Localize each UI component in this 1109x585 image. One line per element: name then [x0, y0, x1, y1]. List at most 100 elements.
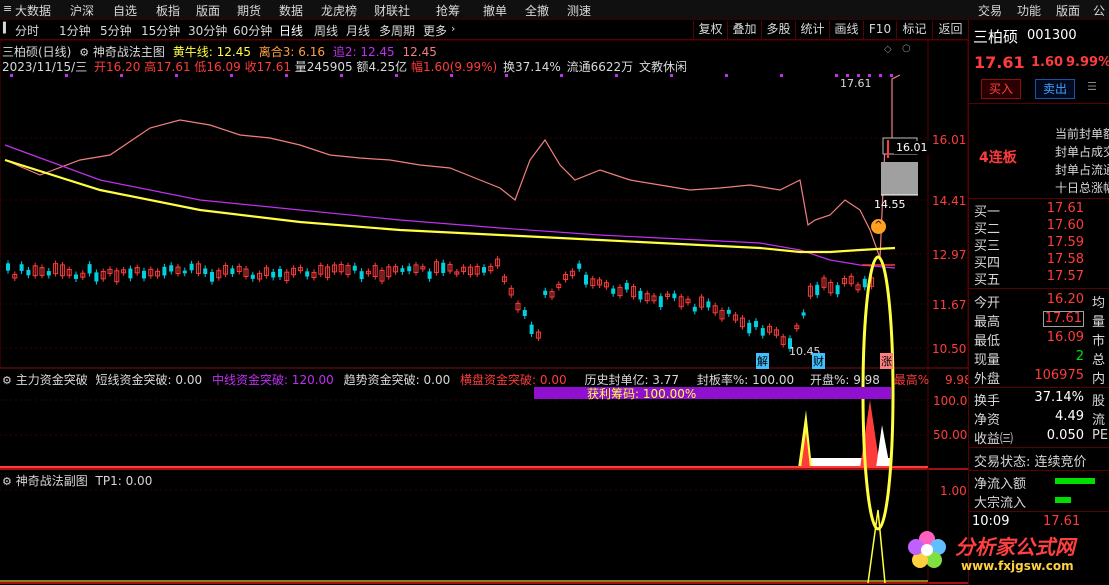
- candle-body-down: [482, 267, 486, 273]
- sub1-name[interactable]: 主力资金突破: [16, 373, 88, 387]
- candle-body-down: [543, 290, 548, 296]
- panel-settings-icon[interactable]: ☰: [1087, 80, 1097, 93]
- sidebar-toggle-icon[interactable]: ▍: [3, 23, 11, 34]
- tab-5min[interactable]: 5分钟: [100, 22, 132, 39]
- menu-gongneng[interactable]: 功能: [1017, 2, 1041, 19]
- f10-button[interactable]: F10: [863, 21, 896, 39]
- candle-body-down: [577, 263, 582, 269]
- menu-cailianshe[interactable]: 财联社: [374, 2, 410, 19]
- candle-body-down: [46, 271, 51, 276]
- menu-qihuo[interactable]: 期货: [237, 2, 261, 19]
- candle-body-down: [19, 264, 24, 271]
- sub2-name[interactable]: 神奇战法副图: [16, 474, 88, 488]
- panel-divider-2: [969, 198, 1109, 199]
- flower-logo-icon: [908, 531, 946, 568]
- circle-icon[interactable]: ○: [902, 43, 911, 54]
- more-chevron-icon[interactable]: ›: [451, 22, 455, 35]
- sub2-tp-label: TP1: 0.00: [95, 474, 153, 488]
- tab-15min[interactable]: 15分钟: [141, 22, 180, 39]
- sub1-gear-icon[interactable]: ⚙: [2, 374, 12, 387]
- tab-1min[interactable]: 1分钟: [59, 22, 91, 39]
- diamond-icon[interactable]: ◇: [884, 44, 892, 55]
- bar-date: 2023/11/15/三: [2, 60, 88, 74]
- diejia-button[interactable]: 叠加: [727, 21, 761, 39]
- buy-button[interactable]: 买入: [981, 79, 1021, 99]
- purple-ma-line: [4, 144, 896, 269]
- menu-cesu[interactable]: 测速: [567, 2, 591, 19]
- lihe-label: 离合3: 6.16: [258, 45, 326, 59]
- candle-body-down: [203, 268, 208, 274]
- candle-body-down: [529, 324, 534, 334]
- quote-stock-code: 001300: [1027, 28, 1077, 43]
- menu-jiaoyi[interactable]: 交易: [978, 2, 1002, 19]
- note-1: 当前封单额: [1055, 127, 1109, 141]
- net-inflow-bar: [1055, 478, 1095, 484]
- tab-60min[interactable]: 60分钟: [233, 22, 272, 39]
- kline-chart-svg[interactable]: [0, 40, 968, 585]
- candle-body-down: [638, 290, 643, 300]
- tab-more[interactable]: 更多: [423, 22, 447, 39]
- sell-button[interactable]: 卖出: [1035, 79, 1075, 99]
- menu-longhubang[interactable]: 龙虎榜: [321, 2, 357, 19]
- quote-pct: 9.99%: [1066, 55, 1109, 70]
- menu-shuju[interactable]: 数据: [279, 2, 303, 19]
- tongji-button[interactable]: 统计: [795, 21, 829, 39]
- candle-body-down: [352, 265, 357, 271]
- menu-icon[interactable]: ≡: [3, 3, 13, 15]
- candle-body-down: [584, 274, 588, 285]
- trade-state: 交易状态: 连续竞价: [974, 455, 1087, 470]
- menu-qiangchou[interactable]: 抢筹: [436, 2, 460, 19]
- sub1-indicator: [0, 400, 928, 468]
- sub1-mid-label: 中线资金突破: 120.00: [211, 373, 334, 387]
- zhui-label: 追2: 12.45: [332, 45, 395, 59]
- huaxian-button[interactable]: 画线: [829, 21, 863, 39]
- candle-body-down: [169, 265, 174, 272]
- tag-cai: 财: [812, 353, 825, 369]
- biaoji-button[interactable]: 标记: [896, 21, 932, 39]
- duogu-button[interactable]: 多股: [761, 21, 795, 39]
- note-2: 封单占成交: [1055, 145, 1109, 159]
- candle-body-down: [747, 322, 752, 334]
- candle-body-down: [182, 270, 187, 274]
- candle-body-down: [760, 328, 765, 336]
- tab-weekly[interactable]: 周线: [314, 22, 338, 39]
- candle-body-down: [87, 264, 92, 274]
- chart-area[interactable]: 三柏硕(日线) ⚙ 神奇战法主图 黄牛线: 12.45 离合3: 6.16 追2…: [0, 40, 972, 585]
- fanhui-button[interactable]: 返回: [932, 21, 968, 39]
- menu-banzhi[interactable]: 板指: [156, 2, 180, 19]
- tab-30min[interactable]: 30分钟: [188, 22, 227, 39]
- quote-price: 17.61: [974, 53, 1025, 72]
- big-inflow-bar: [1055, 497, 1071, 503]
- tab-fenshi[interactable]: 分时: [15, 22, 39, 39]
- menu-chedan[interactable]: 撤单: [483, 2, 507, 19]
- tab-multi-period[interactable]: 多周期: [379, 22, 415, 39]
- menu-zixuan[interactable]: 自选: [113, 2, 137, 19]
- indicator-name[interactable]: 神奇战法主图: [93, 45, 165, 59]
- menu-hushen[interactable]: 沪深: [70, 2, 94, 19]
- bar-volume: 量245905: [294, 60, 353, 74]
- candle-body-down: [26, 269, 31, 276]
- candle-body-down: [815, 284, 820, 296]
- signal-dot: [780, 74, 783, 77]
- fuquan-button[interactable]: 复权: [693, 21, 727, 39]
- sub1-tick-50: 50.00: [933, 428, 968, 442]
- price-tick-16-01: 16.01: [932, 133, 967, 147]
- period-toolbar: ▍ 分时 1分钟 5分钟 15分钟 30分钟 60分钟 日线 周线 月线 多周期…: [0, 20, 968, 40]
- menu-banmian-right[interactable]: 版面: [1056, 2, 1080, 19]
- sub2-gear-icon[interactable]: ⚙: [2, 475, 12, 488]
- candle-body-down: [522, 310, 527, 317]
- buy-level-1: 买一 17.61: [974, 201, 1084, 220]
- stat-volume: 现量 2 总: [974, 349, 1106, 368]
- sub1-header: ⚙ 主力资金突破 短线资金突破: 0.00 中线资金突破: 120.00 趋势资…: [2, 371, 972, 388]
- panel-divider-6: [969, 470, 1109, 471]
- big-inflow-label: 大宗流入: [974, 496, 1027, 511]
- price-tick-10-50: 10.50: [932, 342, 967, 356]
- tab-monthly[interactable]: 月线: [346, 22, 370, 39]
- menu-banmian[interactable]: 版面: [196, 2, 220, 19]
- stat-netasset: 净资 4.49 流: [974, 409, 1106, 428]
- tab-daily[interactable]: 日线: [279, 22, 303, 39]
- stat-low: 最低 16.09 市: [974, 330, 1106, 349]
- menu-quanche[interactable]: 全撤: [525, 2, 549, 19]
- menu-dashuju[interactable]: 大数据: [15, 2, 51, 19]
- candle-body-down: [271, 271, 276, 278]
